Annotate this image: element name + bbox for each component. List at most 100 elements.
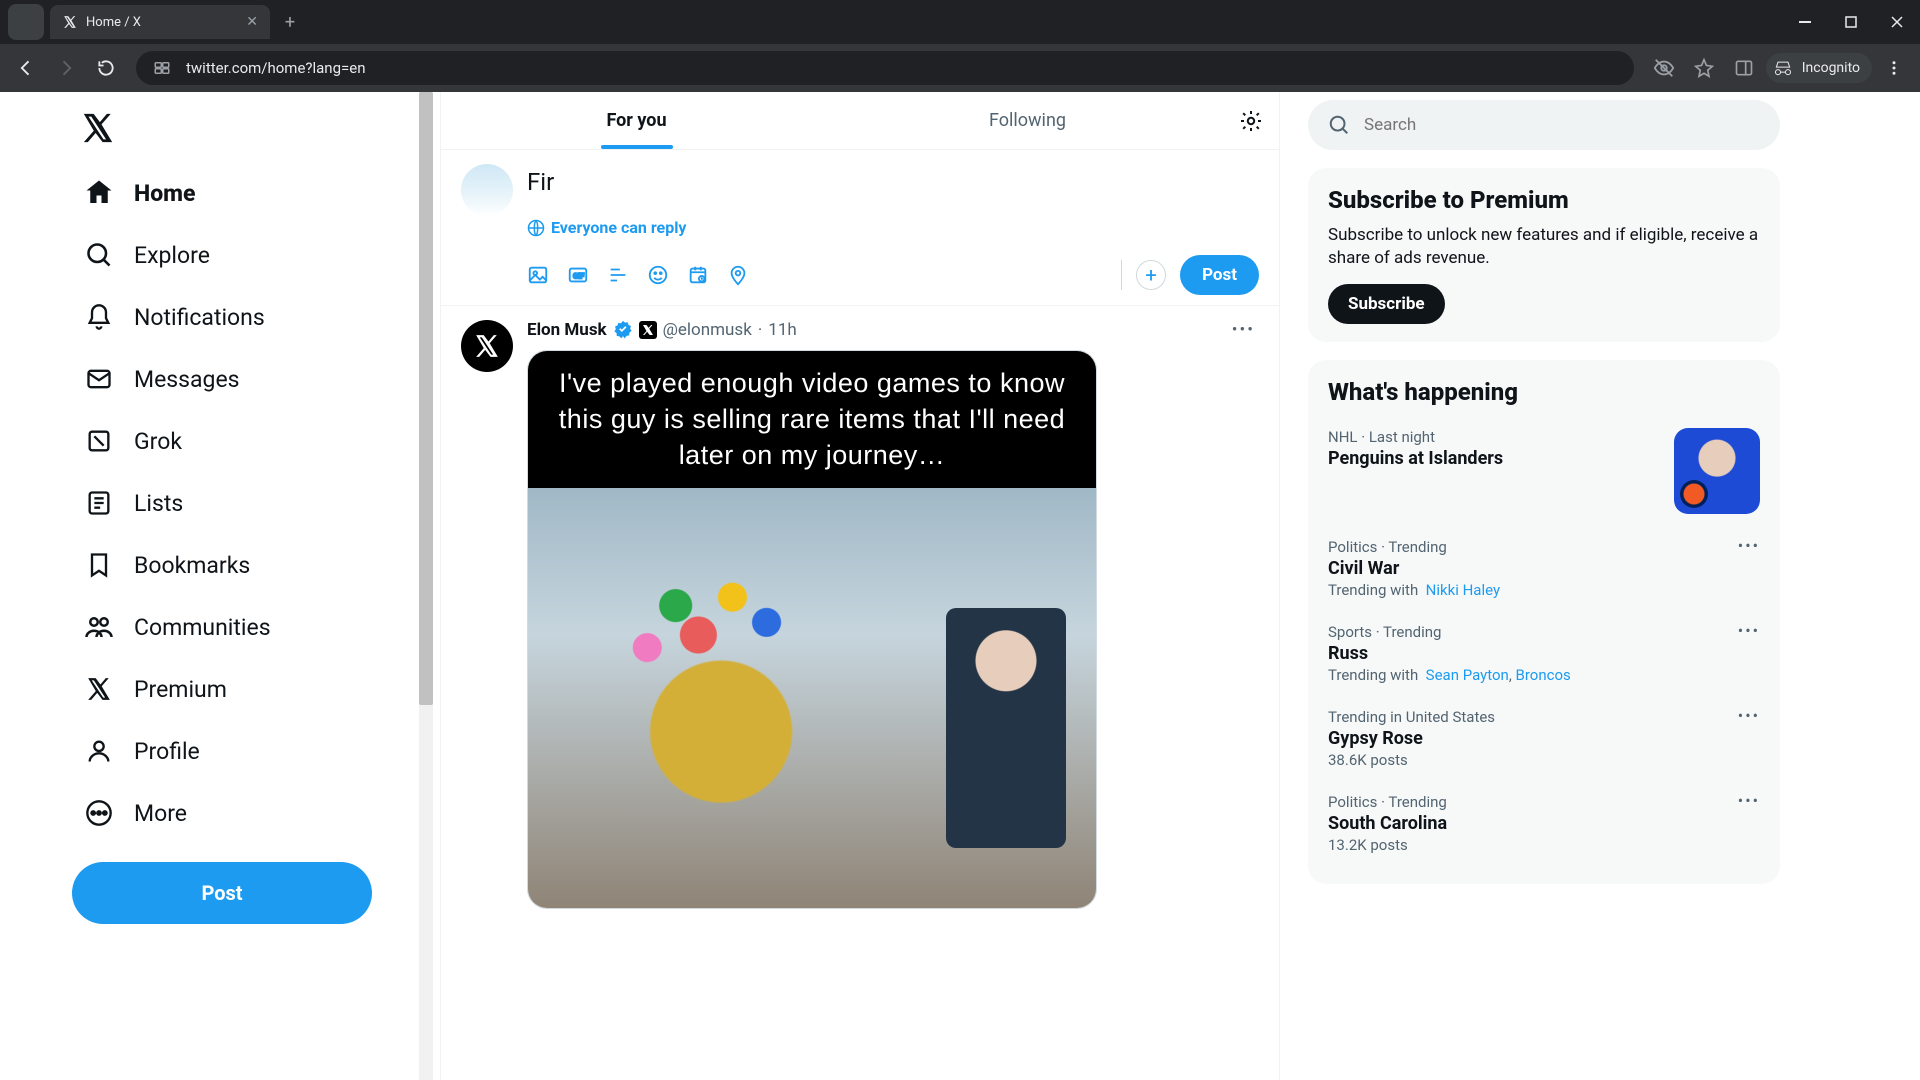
trend-item[interactable]: Trending in United States Gypsy Rose 38.… [1328,696,1760,781]
nav-messages[interactable]: Messages [72,348,420,410]
url-input[interactable] [186,59,1622,77]
tweet-avatar[interactable] [461,320,513,372]
divider [1121,260,1122,290]
gear-icon [1239,109,1263,133]
page-scrollbar[interactable] [419,92,433,1080]
trend-item[interactable]: Sports · Trending Russ Trending with Sea… [1328,611,1760,696]
close-tab-icon[interactable]: ✕ [246,14,258,30]
sidepanel-icon[interactable] [1726,50,1762,86]
premium-heading: Subscribe to Premium [1328,186,1760,214]
communities-icon [84,612,114,642]
tweet[interactable]: Elon Musk @elonmusk · 11h ••• I've playe… [441,306,1279,923]
nav-notifications[interactable]: Notifications [72,286,420,348]
incognito-indicator[interactable]: Incognito [1766,53,1872,83]
trend-meta: NHL · Last night [1328,428,1503,446]
happening-heading: What's happening [1328,378,1760,406]
tweet-author-handle[interactable]: @elonmusk [663,320,752,340]
schedule-icon[interactable] [687,264,709,286]
search-icon [84,240,114,270]
post-button[interactable]: Post [72,862,372,924]
nav-label: Messages [134,366,240,393]
tracking-blocked-icon[interactable] [1646,50,1682,86]
x-logo[interactable] [72,102,124,154]
window-minimize-button[interactable] [1782,0,1828,44]
globe-icon [527,219,545,237]
trend-link[interactable]: Broncos [1516,666,1571,684]
nav-label: Explore [134,242,210,269]
subscribe-button[interactable]: Subscribe [1328,284,1445,324]
gif-icon[interactable]: GIF [567,264,589,286]
nav-more[interactable]: More [72,782,420,844]
incognito-label: Incognito [1802,60,1860,76]
trend-more-button[interactable]: ••• [1738,706,1760,725]
nav-label: Home [134,180,196,207]
trend-item[interactable]: Politics · Trending South Carolina 13.2K… [1328,781,1760,866]
trend-title: Penguins at Islanders [1328,448,1503,469]
emoji-icon[interactable] [647,264,669,286]
trend-link[interactable]: Nikki Haley [1426,581,1500,599]
nav-explore[interactable]: Explore [72,224,420,286]
nav-label: Premium [134,676,227,703]
address-bar[interactable] [136,51,1634,85]
tweet-media[interactable]: I've played enough video games to know t… [527,350,1097,909]
trend-link[interactable]: Sean Payton [1426,666,1509,684]
nav-grok[interactable]: Grok [72,410,420,472]
trend-more-button[interactable]: ••• [1738,621,1760,640]
more-icon [84,798,114,828]
trend-meta: Trending in United States [1328,708,1760,726]
bookmark-icon [84,550,114,580]
nav-reload-button[interactable] [88,50,124,86]
compose-input[interactable] [527,164,1259,200]
search-input[interactable] [1364,115,1760,135]
tab-label: Following [989,110,1066,131]
user-avatar[interactable] [461,164,513,216]
tab-for-you[interactable]: For you [441,92,832,149]
trend-thumbnail [1674,428,1760,514]
bell-icon [84,302,114,332]
trend-item[interactable]: Politics · Trending Civil War Trending w… [1328,526,1760,611]
nav-profile[interactable]: Profile [72,720,420,782]
nav-back-button[interactable] [8,50,44,86]
add-thread-button[interactable]: + [1136,260,1166,290]
trend-item[interactable]: NHL · Last night Penguins at Islanders [1328,416,1760,526]
mail-icon [84,364,114,394]
nav-label: Notifications [134,304,265,331]
window-close-button[interactable] [1874,0,1920,44]
nav-home[interactable]: Home [72,162,420,224]
x-favicon-icon [62,14,78,30]
nav-lists[interactable]: Lists [72,472,420,534]
tweet-author-name[interactable]: Elon Musk [527,320,607,340]
site-info-icon[interactable] [148,54,176,82]
reply-scope-button[interactable]: Everyone can reply [527,218,686,237]
x-icon [84,674,114,704]
nav-communities[interactable]: Communities [72,596,420,658]
trend-more-button[interactable]: ••• [1738,536,1760,555]
nav-bookmarks[interactable]: Bookmarks [72,534,420,596]
meme-image [528,488,1096,908]
timeline-settings-button[interactable] [1223,109,1279,133]
window-maximize-button[interactable] [1828,0,1874,44]
incognito-icon [1772,57,1794,79]
nav-label: More [134,800,187,827]
chrome-menu-button[interactable] [1876,50,1912,86]
compose-post-button[interactable]: Post [1180,255,1259,295]
search-icon [1328,114,1350,136]
location-icon[interactable] [727,264,749,286]
dot-separator: · [758,320,762,340]
profile-icon [84,736,114,766]
trend-sub: 38.6K posts [1328,751,1760,769]
media-icon[interactable] [527,264,549,286]
reply-scope-label: Everyone can reply [551,218,686,237]
search-box[interactable] [1308,100,1780,150]
browser-tab[interactable]: Home / X ✕ [50,5,270,39]
tweet-more-button[interactable]: ••• [1228,320,1259,340]
nav-forward-button [48,50,84,86]
trend-more-button[interactable]: ••• [1738,791,1760,810]
tab-following[interactable]: Following [832,92,1223,149]
new-tab-button[interactable]: + [276,8,304,36]
tab-search-button[interactable] [8,4,44,40]
poll-icon[interactable] [607,264,629,286]
nav-premium[interactable]: Premium [72,658,420,720]
tweet-time[interactable]: 11h [768,320,796,340]
bookmark-star-icon[interactable] [1686,50,1722,86]
